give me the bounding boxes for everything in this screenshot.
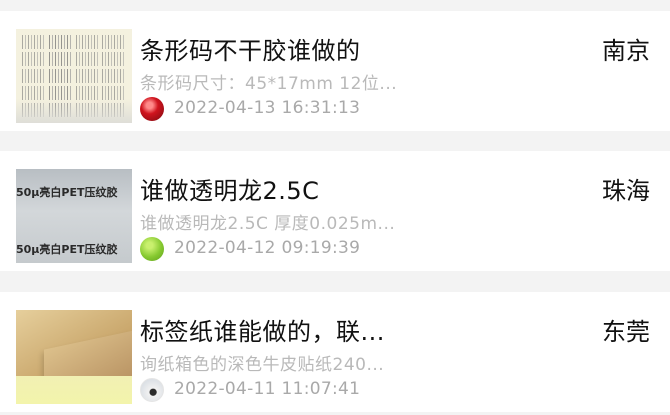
post-description: 询纸箱色的深色牛皮贴纸240... xyxy=(140,355,385,375)
post-timestamp: 2022-04-12 09:19:39 xyxy=(174,238,361,258)
post-title[interactable]: 谁做透明龙2.5C xyxy=(140,171,319,206)
post-card[interactable]: 50μ亮白PET压纹胶 50μ亮白PET压纹胶 谁做透明龙2.5C 珠海 谁做透… xyxy=(0,151,670,271)
post-card[interactable]: 标签纸谁能做的，联... 东莞 询纸箱色的深色牛皮贴纸240... 2022-0… xyxy=(0,292,670,412)
post-city: 珠海 xyxy=(602,177,650,205)
pet-film-thumbnail[interactable]: 50μ亮白PET压纹胶 50μ亮白PET压纹胶 xyxy=(16,169,132,263)
post-timestamp: 2022-04-13 16:31:13 xyxy=(174,98,361,118)
post-city: 南京 xyxy=(602,37,650,65)
kraft-backing-sheet xyxy=(16,376,132,404)
user-avatar[interactable] xyxy=(140,97,164,121)
pet-film-label-bottom: 50μ亮白PET压纹胶 xyxy=(16,243,118,256)
post-description: 条形码尺寸：45*17mm 12位... xyxy=(140,74,398,94)
user-avatar[interactable] xyxy=(140,378,164,402)
barcode-sticker-thumbnail[interactable] xyxy=(16,29,132,123)
kraft-paper-thumbnail[interactable] xyxy=(16,310,132,404)
post-city: 东莞 xyxy=(602,318,650,346)
post-card[interactable]: 条形码不干胶谁做的 南京 条形码尺寸：45*17mm 12位... 2022-0… xyxy=(0,11,670,131)
post-title[interactable]: 条形码不干胶谁做的 xyxy=(140,31,361,66)
post-list: 条形码不干胶谁做的 南京 条形码尺寸：45*17mm 12位... 2022-0… xyxy=(0,0,670,415)
post-timestamp: 2022-04-11 11:07:41 xyxy=(174,379,361,399)
post-title[interactable]: 标签纸谁能做的，联... xyxy=(140,312,385,347)
pet-film-label-top: 50μ亮白PET压纹胶 xyxy=(16,186,118,199)
user-avatar[interactable] xyxy=(140,237,164,261)
post-description: 谁做透明龙2.5C 厚度0.025m... xyxy=(140,214,396,234)
